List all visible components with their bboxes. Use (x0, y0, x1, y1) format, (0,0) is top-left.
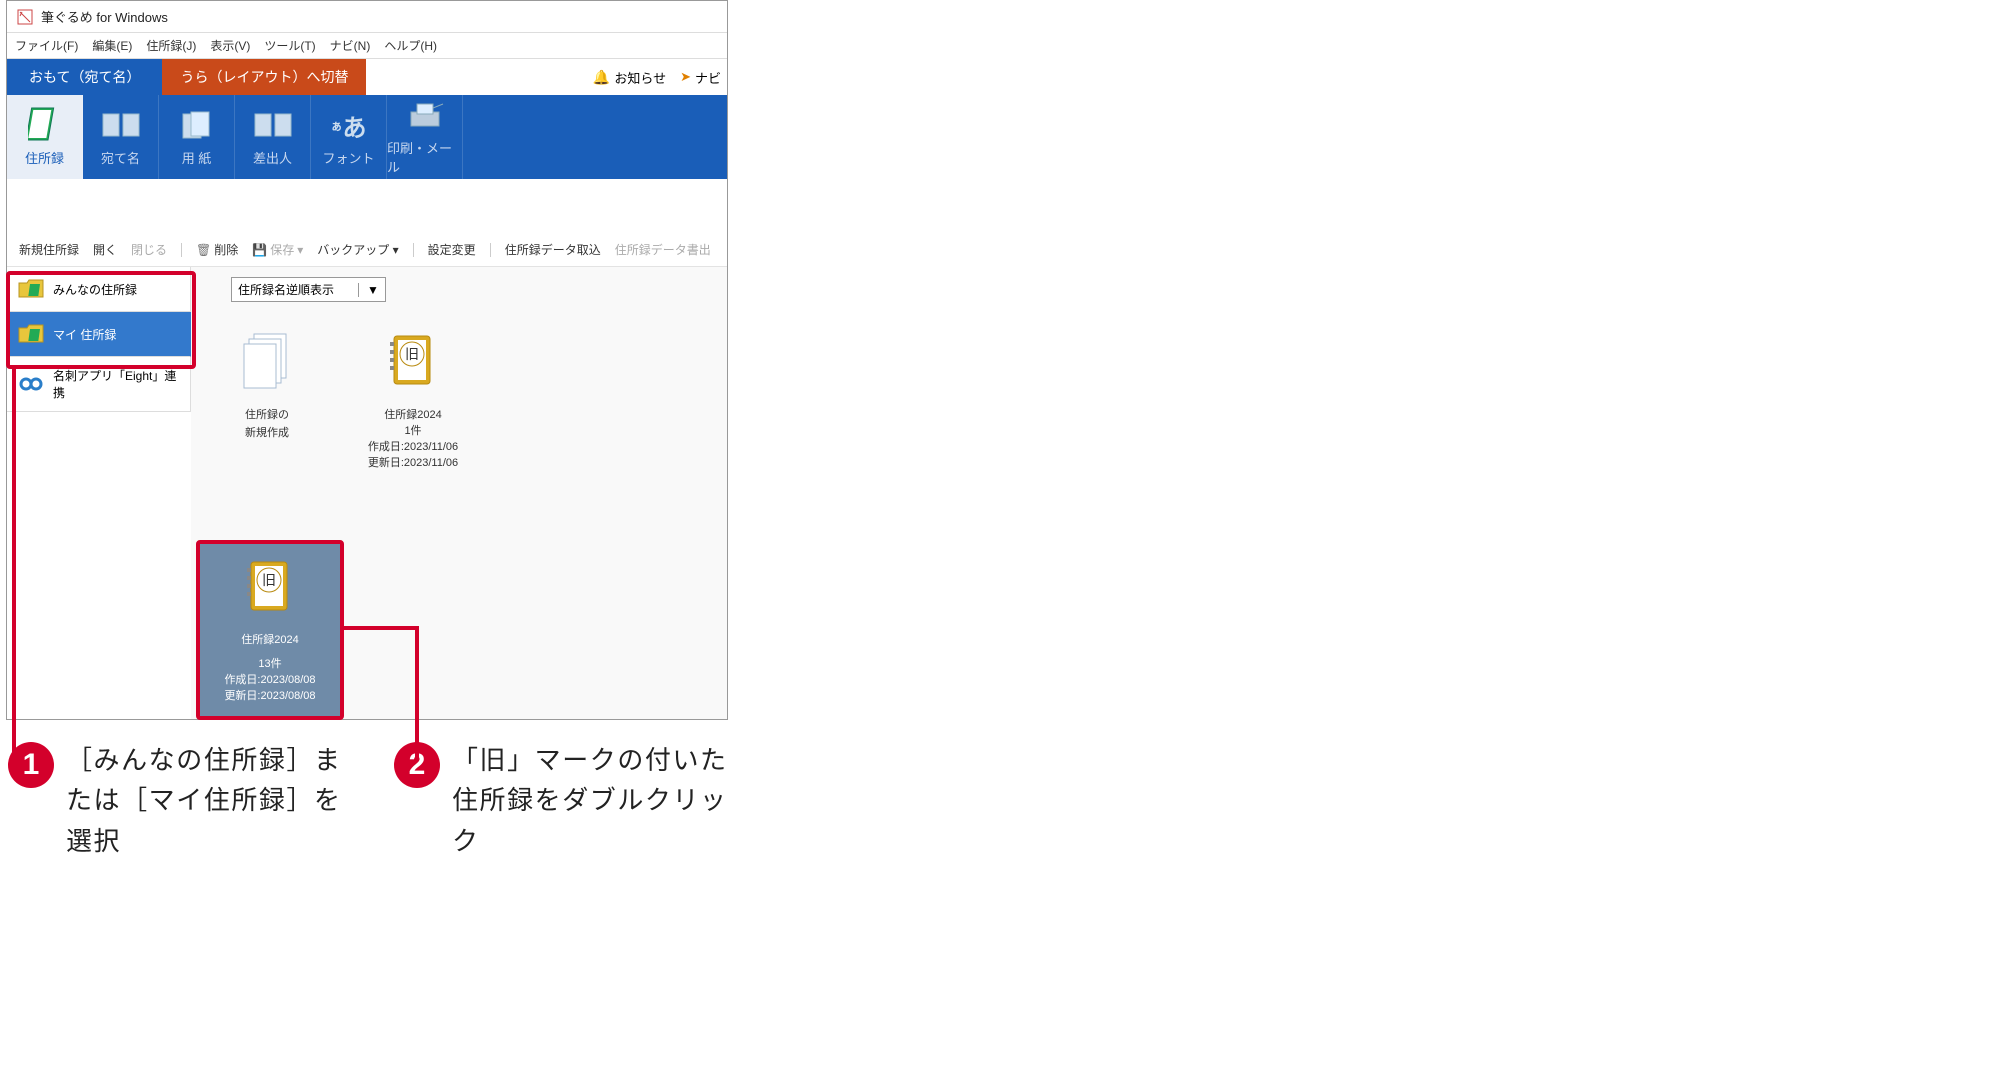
annotation-1-text: ［みんなの住所録］または［マイ住所録］を選択 (66, 740, 366, 861)
card-addressbook-2024[interactable]: 旧 住所録2024 1件 作成日:2023/11/06 更新日:2023/11/… (347, 322, 479, 472)
card-title-2: 新規作成 (201, 424, 333, 440)
menu-navi[interactable]: ナビ(N) (330, 37, 371, 54)
callout-line-2a (341, 626, 419, 630)
menu-addressbook[interactable]: 住所録(J) (146, 37, 196, 54)
paper-icon (177, 108, 217, 144)
caret-down-icon: ▼ (358, 283, 379, 297)
sidebar: みんなの住所録 マイ 住所録 名刺アプリ「Eight」連携 (7, 267, 191, 719)
title-bar: 筆ぐるめ for Windows (7, 1, 727, 33)
book-old-icon: 旧 (245, 558, 295, 619)
annotations: 1 ［みんなの住所録］または［マイ住所録］を選択 2 「旧」マークの付いた住所録… (8, 740, 752, 861)
sort-label: 住所録名逆順表示 (238, 281, 334, 298)
ribbon-atena-label: 宛て名 (101, 148, 140, 167)
card-addressbook-2024-selected[interactable]: 旧 住所録2024 13件 作成日:2023/08/08 更新日:2023/08… (200, 544, 340, 716)
ribbon-sender[interactable]: 差出人 (235, 95, 311, 179)
sidebar-item-eight[interactable]: 名刺アプリ「Eight」連携 (7, 357, 191, 412)
spacer (7, 179, 727, 233)
content: みんなの住所録 マイ 住所録 名刺アプリ「Eight」連携 住所録名逆順表示 ▼ (7, 267, 727, 719)
tab-ura[interactable]: うら（レイアウト）へ切替 (162, 59, 366, 95)
card-new-addressbook[interactable]: 住所録の 新規作成 (201, 322, 333, 472)
documents-icon (201, 322, 333, 400)
ribbon-font-label: フォント (322, 148, 374, 167)
menu-bar: ファイル(F) 編集(E) 住所録(J) 表示(V) ツール(T) ナビ(N) … (7, 33, 727, 59)
ribbon-print-label: 印刷・メール (387, 138, 462, 176)
notice-label: お知らせ (614, 68, 666, 87)
folder-icon (17, 322, 45, 346)
folder-icon (17, 277, 45, 301)
card-created: 作成日:2023/08/08 (224, 671, 315, 687)
annotation-2: 2 「旧」マークの付いた住所録をダブルクリック (394, 740, 752, 861)
save-icon: 💾 (252, 243, 267, 257)
tool-backup[interactable]: バックアップ ▾ (317, 241, 398, 258)
menu-edit[interactable]: 編集(E) (92, 37, 132, 54)
ribbon-addressbook[interactable]: 住所録 (7, 95, 83, 179)
menu-file[interactable]: ファイル(F) (15, 37, 78, 54)
annotation-1: 1 ［みんなの住所録］または［マイ住所録］を選択 (8, 740, 366, 861)
ribbon: 住所録 宛て名 用 紙 差出人 ぁあ フォント 印刷・メール (7, 95, 727, 179)
app-window: 筆ぐるめ for Windows ファイル(F) 編集(E) 住所録(J) 表示… (6, 0, 728, 720)
ribbon-print[interactable]: 印刷・メール (387, 95, 463, 179)
card-title: 住所録2024 (347, 406, 479, 422)
sidebar-everyone-label: みんなの住所録 (53, 281, 137, 298)
tool-new[interactable]: 新規住所録 (19, 241, 79, 258)
svg-text:旧: 旧 (405, 346, 419, 362)
atena-icon (101, 108, 141, 144)
svg-text:旧: 旧 (262, 572, 276, 588)
ribbon-atena[interactable]: 宛て名 (83, 95, 159, 179)
card-title: 住所録2024 (241, 631, 298, 647)
card-count: 13件 (258, 655, 281, 671)
menu-view[interactable]: 表示(V) (210, 37, 250, 54)
notice-button[interactable]: 🔔 お知らせ (585, 68, 674, 87)
tab-row: おもて（宛て名） うら（レイアウト）へ切替 🔔 お知らせ ➤ ナビ (7, 59, 727, 95)
tool-delete[interactable]: 🗑削除 (196, 241, 238, 258)
items-row: 住所録の 新規作成 旧 住所録2024 1件 作成日:2023/11/06 更新… (201, 322, 717, 472)
menu-help[interactable]: ヘルプ(H) (384, 37, 437, 54)
callout-line-2b (415, 626, 419, 758)
bell-icon: 🔔 (593, 69, 610, 86)
navi-button[interactable]: ➤ ナビ (674, 68, 727, 87)
font-icon: ぁあ (329, 108, 369, 144)
sidebar-eight-label: 名刺アプリ「Eight」連携 (53, 367, 180, 401)
callout-line-1 (12, 368, 16, 758)
window-title: 筆ぐるめ for Windows (41, 7, 168, 26)
card-updated: 更新日:2023/11/06 (347, 456, 479, 472)
tool-import[interactable]: 住所録データ取込 (505, 241, 601, 258)
ribbon-sender-label: 差出人 (253, 148, 292, 167)
card-count: 1件 (347, 424, 479, 440)
cursor-icon: ➤ (680, 69, 691, 85)
sidebar-item-mine[interactable]: マイ 住所録 (7, 312, 191, 357)
ribbon-paper-label: 用 紙 (182, 148, 212, 167)
tool-open[interactable]: 開く (93, 241, 117, 258)
tool-save: 💾保存 ▾ (252, 241, 303, 258)
app-icon (17, 9, 33, 25)
tool-settings[interactable]: 設定変更 (428, 241, 476, 258)
selected-card-wrap: 旧 住所録2024 13件 作成日:2023/08/08 更新日:2023/08… (196, 540, 344, 720)
sort-dropdown[interactable]: 住所録名逆順表示 ▼ (231, 277, 386, 302)
sidebar-mine-label: マイ 住所録 (53, 326, 116, 343)
navi-label: ナビ (695, 68, 721, 87)
ribbon-paper[interactable]: 用 紙 (159, 95, 235, 179)
link-icon (17, 372, 45, 396)
trash-icon: 🗑 (196, 243, 211, 257)
ribbon-font[interactable]: ぁあ フォント (311, 95, 387, 179)
addressbook-icon (25, 108, 65, 144)
annotation-2-text: 「旧」マークの付いた住所録をダブルクリック (452, 740, 752, 861)
card-updated: 更新日:2023/08/08 (224, 687, 315, 703)
card-title: 住所録の (201, 406, 333, 422)
tool-export: 住所録データ書出 (615, 241, 711, 258)
tool-close: 閉じる (131, 241, 167, 258)
ribbon-addressbook-label: 住所録 (25, 148, 64, 167)
menu-tools[interactable]: ツール(T) (264, 37, 315, 54)
printer-icon (405, 98, 445, 134)
secondary-toolbar: 新規住所録 開く 閉じる 🗑削除 💾保存 ▾ バックアップ ▾ 設定変更 住所録… (7, 233, 727, 267)
tab-omote[interactable]: おもて（宛て名） (7, 59, 162, 95)
card-created: 作成日:2023/11/06 (347, 440, 479, 456)
sender-icon (253, 108, 293, 144)
sidebar-item-everyone[interactable]: みんなの住所録 (7, 267, 191, 312)
book-old-icon: 旧 (347, 322, 479, 400)
